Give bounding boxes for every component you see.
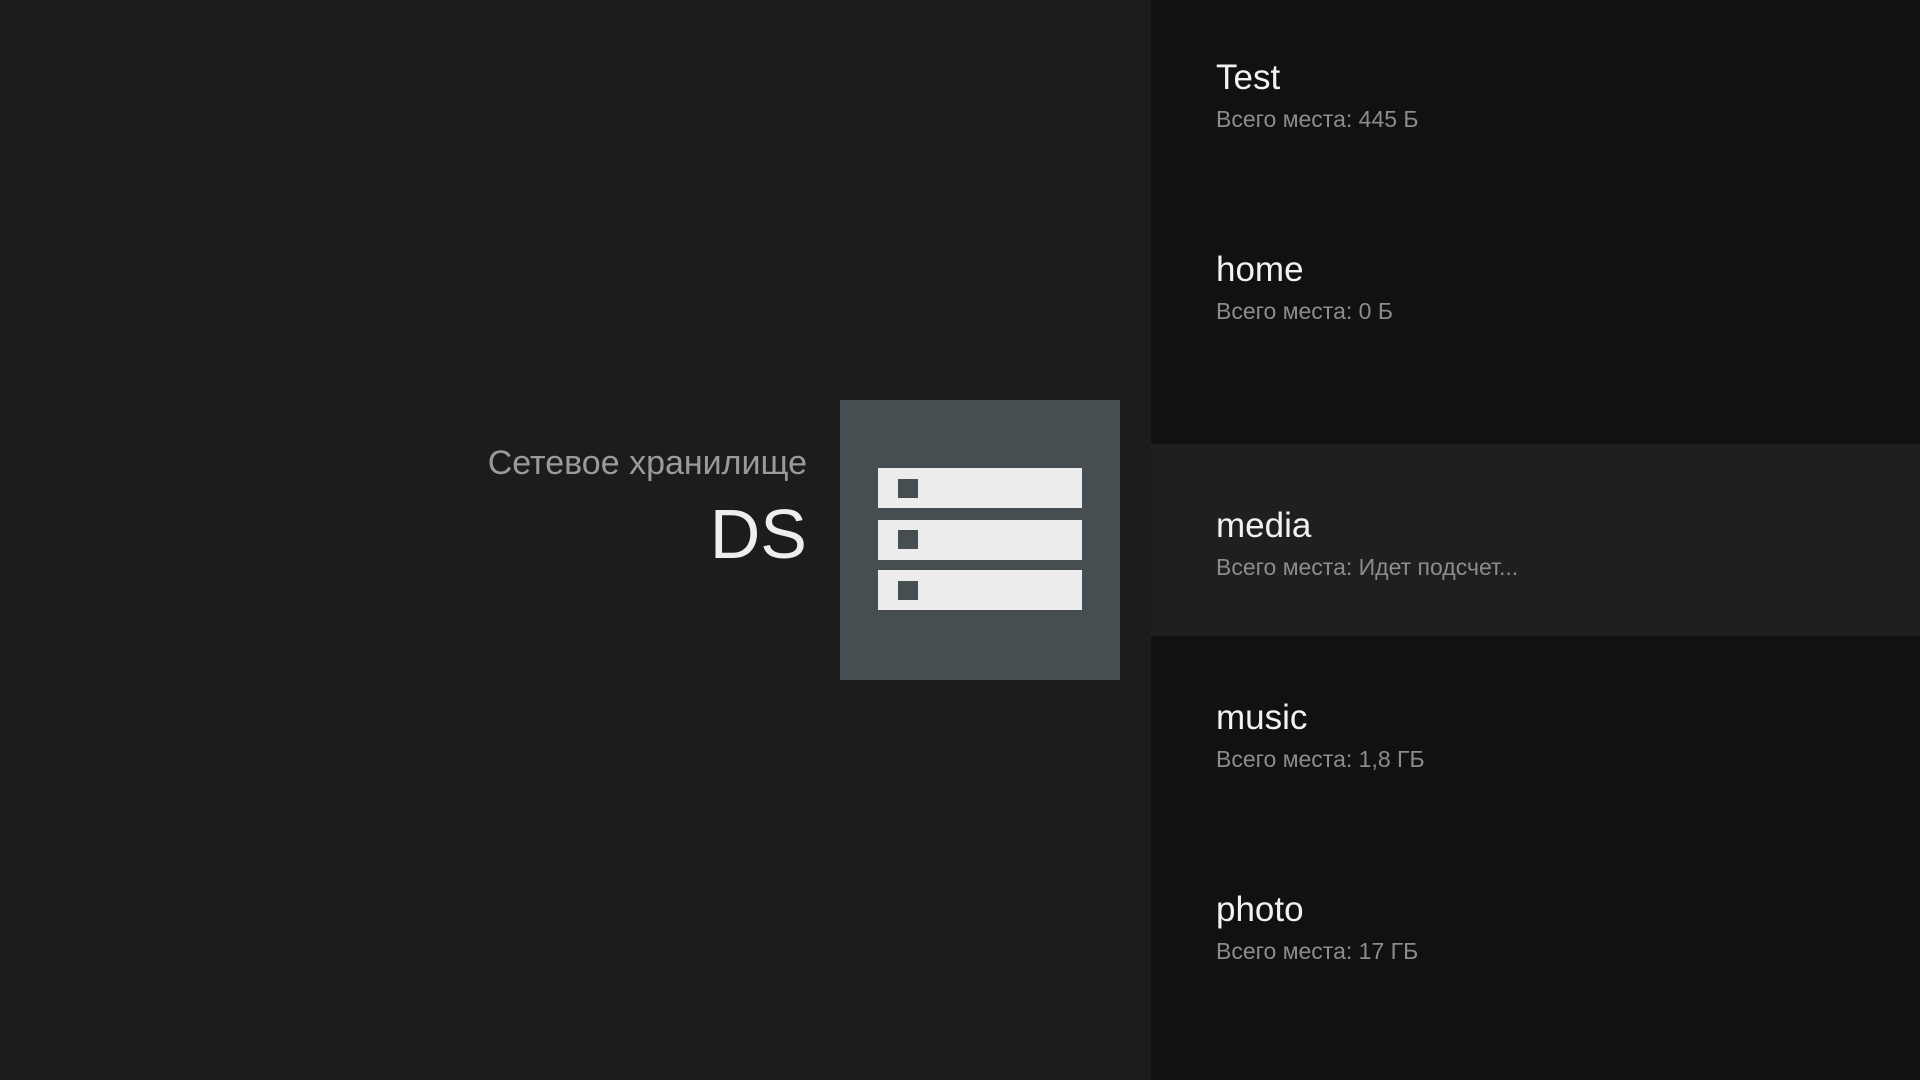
nas-browser-screen: Сетевое хранилище DS Test Всего места: 4… [0,0,1920,1080]
share-name: home [1216,250,1304,289]
device-info-pane: Сетевое хранилище DS [0,0,1151,1080]
device-name: DS [709,495,807,573]
share-name: media [1216,506,1312,545]
share-item-test[interactable]: Test Всего места: 445 Б [1151,0,1920,192]
share-size: Всего места: Идет подсчет... [1216,554,1519,580]
share-size: Всего места: 0 Б [1216,298,1393,324]
share-item-music[interactable]: music Всего места: 1,8 ГБ [1151,636,1920,828]
device-type-label: Сетевое хранилище [487,444,807,482]
share-size: Всего места: 445 Б [1216,106,1419,132]
share-item-media[interactable]: media Всего места: Идет подсчет... [1151,444,1920,636]
share-size: Всего места: 17 ГБ [1216,938,1419,964]
share-name: music [1216,698,1308,737]
device-tile [840,400,1120,680]
server-rack-icon [878,468,1082,610]
share-item-photo[interactable]: photo Всего места: 17 ГБ [1151,828,1920,1020]
share-name: photo [1216,890,1304,929]
share-item-home[interactable]: home Всего места: 0 Б [1151,192,1920,384]
share-size: Всего места: 1,8 ГБ [1216,746,1425,772]
device-header: Сетевое хранилище DS [488,440,807,578]
share-list: Test Всего места: 445 Б home Всего места… [1151,0,1920,1080]
share-name: Test [1216,58,1281,97]
